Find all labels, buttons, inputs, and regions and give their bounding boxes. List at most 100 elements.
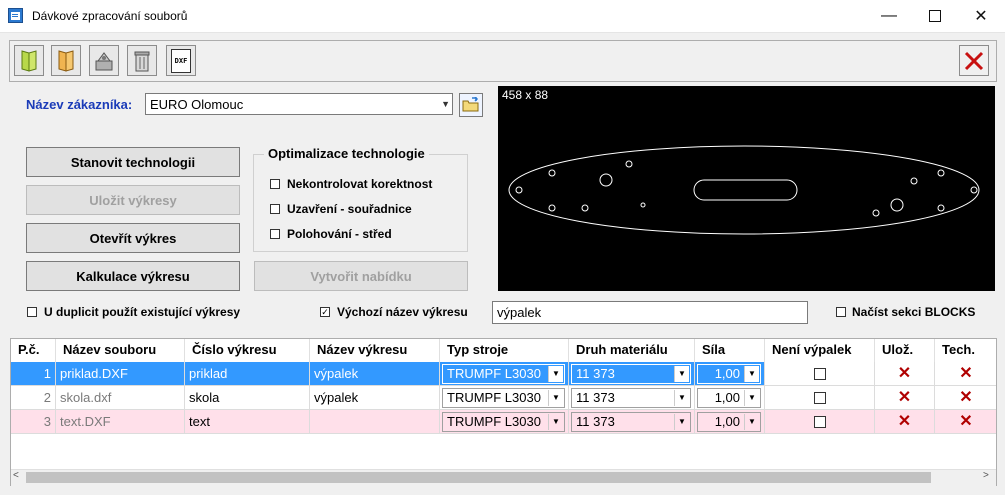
col-header-name[interactable]: Název výkresu bbox=[310, 339, 440, 362]
cell-name[interactable]: výpalek bbox=[310, 386, 440, 410]
cell-not-burnout bbox=[765, 386, 875, 410]
files-table: P.č. Název souboru Číslo výkresu Název v… bbox=[10, 338, 997, 486]
chevron-down-icon: ▼ bbox=[441, 99, 450, 109]
material-dropdown[interactable]: 11 373 ▼ bbox=[571, 388, 691, 408]
col-header-pc[interactable]: P.č. bbox=[11, 339, 56, 362]
positioning-center-checkbox[interactable] bbox=[270, 229, 280, 239]
col-header-tech[interactable]: Tech. bbox=[935, 339, 996, 362]
create-offer-button[interactable]: Vytvořit nabídku bbox=[254, 261, 468, 291]
toolbar-tools-button[interactable] bbox=[89, 45, 119, 76]
cell-save[interactable]: ✕ bbox=[875, 362, 935, 386]
default-name-input[interactable]: výpalek bbox=[492, 301, 808, 324]
horizontal-scrollbar[interactable]: < > bbox=[11, 469, 996, 486]
thickness-dropdown[interactable]: 1,00 ▼ bbox=[697, 364, 761, 384]
table-row[interactable]: 2 skola.dxf skola výpalek TRUMPF L3030 ▼ … bbox=[11, 386, 996, 410]
col-header-material[interactable]: Druh materiálu bbox=[569, 339, 695, 362]
open-folder-button[interactable] bbox=[459, 93, 483, 117]
cell-pc[interactable]: 3 bbox=[11, 410, 56, 434]
chevron-down-icon: ▼ bbox=[548, 390, 563, 406]
machine-dropdown[interactable]: TRUMPF L3030 ▼ bbox=[442, 364, 565, 384]
cell-number[interactable]: skola bbox=[185, 386, 310, 410]
cell-tech[interactable]: ✕ bbox=[935, 362, 996, 386]
cell-file[interactable]: text.DXF bbox=[56, 410, 185, 434]
scroll-right-icon[interactable]: > bbox=[983, 470, 989, 481]
toolbar-delete-button[interactable] bbox=[127, 45, 157, 76]
part-outline bbox=[508, 145, 980, 235]
chevron-down-icon: ▼ bbox=[548, 414, 563, 430]
cell-number[interactable]: priklad bbox=[185, 362, 310, 386]
toolbar-book-green-button[interactable] bbox=[14, 45, 44, 76]
machine-value: TRUMPF L3030 bbox=[447, 414, 541, 429]
col-header-not-burnout[interactable]: Není výpalek bbox=[765, 339, 875, 362]
cell-machine-wrap: TRUMPF L3030 ▼ bbox=[440, 362, 569, 386]
chevron-down-icon: ▼ bbox=[744, 414, 759, 430]
drawing-preview bbox=[498, 86, 995, 291]
chevron-down-icon: ▼ bbox=[744, 366, 759, 382]
not-burnout-checkbox[interactable] bbox=[813, 391, 826, 404]
col-header-machine[interactable]: Typ stroje bbox=[440, 339, 569, 362]
x-mark-icon: ✕ bbox=[897, 365, 912, 382]
close-form-button[interactable] bbox=[959, 45, 989, 76]
cell-save[interactable]: ✕ bbox=[875, 386, 935, 410]
use-existing-checkbox[interactable] bbox=[27, 307, 37, 317]
col-header-file[interactable]: Název souboru bbox=[56, 339, 185, 362]
machine-dropdown[interactable]: TRUMPF L3030 ▼ bbox=[442, 412, 565, 432]
optimization-title: Optimalizace technologie bbox=[264, 146, 429, 161]
toolbar-dxf-button[interactable]: DXF bbox=[166, 45, 196, 76]
col-header-save[interactable]: Ulož. bbox=[875, 339, 935, 362]
scroll-left-icon[interactable]: < bbox=[13, 470, 19, 481]
thickness-dropdown[interactable]: 1,00 ▼ bbox=[697, 412, 761, 432]
cell-name[interactable]: výpalek bbox=[310, 362, 440, 386]
machine-value: TRUMPF L3030 bbox=[447, 390, 541, 405]
cell-tech[interactable]: ✕ bbox=[935, 386, 996, 410]
cell-file[interactable]: priklad.DXF bbox=[56, 362, 185, 386]
default-name-label: Výchozí název výkresu bbox=[337, 305, 468, 319]
table-row[interactable]: 1 priklad.DXF priklad výpalek TRUMPF L30… bbox=[11, 362, 996, 386]
machine-dropdown[interactable]: TRUMPF L3030 ▼ bbox=[442, 388, 565, 408]
not-burnout-checkbox[interactable] bbox=[813, 367, 826, 380]
cell-material-wrap: 11 373 ▼ bbox=[569, 386, 695, 410]
save-drawings-button[interactable]: Uložit výkresy bbox=[26, 185, 240, 215]
cell-file[interactable]: skola.dxf bbox=[56, 386, 185, 410]
customer-label: Název zákazníka: bbox=[26, 97, 133, 112]
close-window-button[interactable]: ✕ bbox=[958, 0, 1004, 32]
toolbar-book-orange-button[interactable] bbox=[51, 45, 81, 76]
scrollbar-thumb[interactable] bbox=[26, 472, 931, 483]
cell-pc[interactable]: 1 bbox=[11, 362, 56, 386]
thickness-dropdown[interactable]: 1,00 ▼ bbox=[697, 388, 761, 408]
open-drawing-button[interactable]: Otevřít výkres bbox=[26, 223, 240, 253]
thickness-value: 1,00 bbox=[714, 414, 740, 429]
thickness-value: 1,00 bbox=[714, 366, 740, 381]
cell-number[interactable]: text bbox=[185, 410, 310, 434]
calculate-drawing-button[interactable]: Kalkulace výkresu bbox=[26, 261, 240, 291]
load-blocks-checkbox[interactable] bbox=[836, 307, 846, 317]
chevron-down-icon: ▼ bbox=[674, 414, 689, 430]
material-dropdown[interactable]: 11 373 ▼ bbox=[571, 364, 691, 384]
load-blocks-label: Načíst sekci BLOCKS bbox=[852, 305, 976, 319]
cell-pc[interactable]: 2 bbox=[11, 386, 56, 410]
maximize-button[interactable] bbox=[912, 0, 958, 32]
x-mark-icon: ✕ bbox=[959, 389, 973, 406]
x-mark-icon: ✕ bbox=[959, 413, 973, 430]
cell-save[interactable]: ✕ bbox=[875, 410, 935, 434]
cell-thickness-wrap: 1,00 ▼ bbox=[695, 386, 765, 410]
col-header-thickness[interactable]: Síla bbox=[695, 339, 765, 362]
red-x-icon bbox=[964, 51, 984, 70]
not-burnout-checkbox[interactable] bbox=[813, 415, 826, 428]
chevron-down-icon: ▼ bbox=[674, 390, 689, 406]
green-book-icon bbox=[21, 49, 37, 72]
cell-name[interactable] bbox=[310, 410, 440, 434]
thickness-value: 1,00 bbox=[714, 390, 740, 405]
cell-material-wrap: 11 373 ▼ bbox=[569, 362, 695, 386]
col-header-number[interactable]: Číslo výkresu bbox=[185, 339, 310, 362]
customer-combo[interactable]: EURO Olomouc ▼ bbox=[145, 93, 453, 115]
cell-not-burnout bbox=[765, 410, 875, 434]
closure-coords-checkbox[interactable] bbox=[270, 204, 280, 214]
table-row[interactable]: 3 text.DXF text TRUMPF L3030 ▼ 11 373 ▼ 1,… bbox=[11, 410, 996, 434]
set-technology-button[interactable]: Stanovit technologii bbox=[26, 147, 240, 177]
cell-tech[interactable]: ✕ bbox=[935, 410, 996, 434]
no-check-correctness-checkbox[interactable] bbox=[270, 179, 280, 189]
minimize-button[interactable]: — bbox=[866, 0, 912, 32]
material-dropdown[interactable]: 11 373 ▼ bbox=[571, 412, 691, 432]
default-name-checkbox[interactable]: ✓ bbox=[320, 307, 330, 317]
